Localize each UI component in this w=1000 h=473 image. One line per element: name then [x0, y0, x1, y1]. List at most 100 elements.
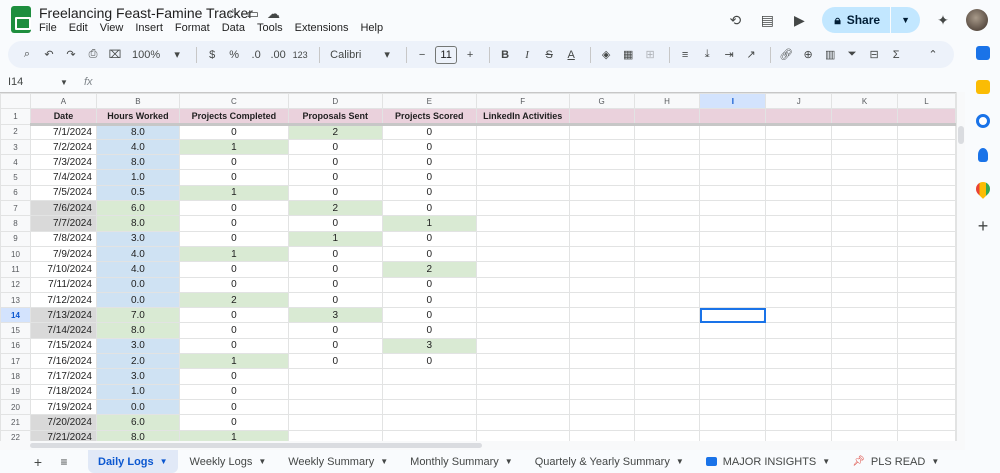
empty-cell[interactable] [633, 398, 701, 416]
menu-help[interactable]: Help [360, 22, 383, 34]
cell-date[interactable]: 7/6/2024 [29, 200, 97, 217]
empty-cell[interactable] [475, 215, 570, 232]
insert-chart-icon[interactable]: ▥ [821, 45, 839, 65]
empty-cell[interactable] [765, 383, 833, 400]
empty-cell[interactable] [897, 322, 956, 339]
horizontal-scroll-thumb[interactable] [30, 443, 482, 448]
sheet-tab-menu-icon[interactable]: ▼ [505, 457, 513, 466]
empty-cell[interactable] [699, 245, 767, 263]
empty-cell[interactable] [475, 230, 570, 247]
empty-cell[interactable] [831, 368, 899, 385]
empty-cell[interactable] [568, 261, 635, 278]
empty-cell[interactable] [633, 200, 701, 217]
cell-date[interactable]: 7/5/2024 [29, 184, 97, 202]
empty-cell[interactable] [699, 368, 767, 385]
redo-icon[interactable]: ↷ [62, 45, 80, 65]
cell-completed[interactable]: 0 [178, 276, 289, 293]
cell-scored[interactable]: 2 [381, 261, 477, 278]
fill-handle[interactable] [763, 320, 765, 322]
cell-hours[interactable]: 0.0 [95, 398, 180, 416]
empty-cell[interactable] [633, 429, 701, 441]
undo-icon[interactable]: ↶ [40, 45, 58, 65]
cell-scored[interactable]: 0 [381, 322, 477, 339]
increase-decimal-button[interactable]: .00 [269, 45, 287, 65]
horizontal-align-icon[interactable]: ≡ [676, 45, 694, 65]
row-header[interactable]: 22 [0, 429, 31, 441]
cell-scored[interactable]: 0 [381, 307, 477, 324]
empty-cell[interactable] [765, 245, 833, 263]
row-header[interactable]: 19 [0, 383, 31, 400]
cell-scored[interactable]: 1 [381, 215, 477, 232]
cell-date[interactable]: 7/2/2024 [29, 138, 97, 156]
cell-date[interactable]: 7/20/2024 [29, 414, 97, 431]
cell-scored[interactable]: 0 [381, 291, 477, 309]
empty-cell[interactable] [897, 245, 956, 263]
empty-cell[interactable] [831, 276, 899, 293]
row-header[interactable]: 9 [0, 230, 31, 247]
get-addons-icon[interactable]: + [978, 216, 989, 237]
cell-proposals[interactable] [287, 414, 383, 431]
sheet-tab[interactable]: Quartely & Yearly Summary ▼ [525, 450, 694, 473]
cell-hours[interactable]: 4.0 [95, 261, 180, 278]
cell-completed[interactable]: 2 [178, 291, 289, 309]
all-sheets-icon[interactable]: ≡ [54, 455, 74, 469]
cell-scored[interactable]: 0 [381, 276, 477, 293]
menu-data[interactable]: Data [222, 22, 245, 34]
empty-cell[interactable] [568, 200, 635, 217]
empty-cell[interactable] [765, 414, 833, 431]
empty-cell[interactable] [699, 123, 767, 140]
empty-cell[interactable] [897, 230, 956, 247]
cell-proposals[interactable]: 2 [287, 200, 383, 217]
cell-scored[interactable]: 0 [381, 353, 477, 370]
row-header[interactable]: 10 [0, 245, 31, 263]
empty-cell[interactable] [633, 291, 701, 309]
empty-cell[interactable] [633, 307, 701, 324]
row-header[interactable]: 7 [0, 200, 31, 217]
cell-hours[interactable]: 6.0 [95, 200, 180, 217]
empty-cell[interactable] [475, 184, 570, 202]
cell-date[interactable]: 7/11/2024 [29, 276, 97, 293]
sheet-tab-menu-icon[interactable]: ▼ [676, 457, 684, 466]
cell-proposals[interactable]: 0 [287, 353, 383, 370]
cell-completed[interactable]: 0 [178, 322, 289, 339]
empty-cell[interactable] [568, 108, 635, 126]
column-header[interactable]: F [475, 93, 570, 110]
font-size-input[interactable]: 11 [435, 45, 458, 64]
empty-cell[interactable] [831, 230, 899, 247]
italic-icon[interactable]: I [518, 45, 536, 65]
cell-completed[interactable]: 0 [178, 337, 289, 355]
cell-hours[interactable]: 1.0 [95, 383, 180, 400]
empty-cell[interactable] [568, 276, 635, 293]
cell-date[interactable]: 7/18/2024 [29, 383, 97, 400]
menu-extensions[interactable]: Extensions [295, 22, 349, 34]
empty-cell[interactable] [831, 123, 899, 140]
empty-cell[interactable] [568, 245, 635, 263]
cell-proposals[interactable]: 3 [287, 307, 383, 324]
percent-format-button[interactable]: % [225, 45, 243, 65]
cell-completed[interactable]: 1 [178, 138, 289, 156]
empty-cell[interactable] [831, 138, 899, 156]
empty-cell[interactable] [568, 322, 635, 339]
cell-hours[interactable]: 8.0 [95, 215, 180, 232]
empty-cell[interactable] [568, 307, 635, 324]
empty-cell[interactable] [765, 184, 833, 202]
row-header[interactable]: 16 [0, 337, 31, 355]
sheet-tab[interactable]: Weekly Summary ▼ [278, 450, 398, 473]
empty-cell[interactable] [568, 383, 635, 400]
column-header[interactable]: I [699, 93, 767, 110]
empty-cell[interactable] [475, 261, 570, 278]
cell-hours[interactable]: 8.0 [95, 154, 180, 171]
empty-cell[interactable] [475, 383, 570, 400]
cell-scored[interactable]: 0 [381, 245, 477, 263]
empty-cell[interactable] [699, 184, 767, 202]
empty-cell[interactable] [765, 291, 833, 309]
empty-cell[interactable] [765, 215, 833, 232]
empty-cell[interactable] [475, 169, 570, 186]
empty-cell[interactable] [699, 383, 767, 400]
empty-cell[interactable] [831, 154, 899, 171]
empty-cell[interactable] [765, 353, 833, 370]
cell-completed[interactable]: 0 [178, 230, 289, 247]
menu-view[interactable]: View [100, 22, 124, 34]
empty-cell[interactable] [897, 429, 956, 441]
cell-completed[interactable]: 0 [178, 307, 289, 324]
